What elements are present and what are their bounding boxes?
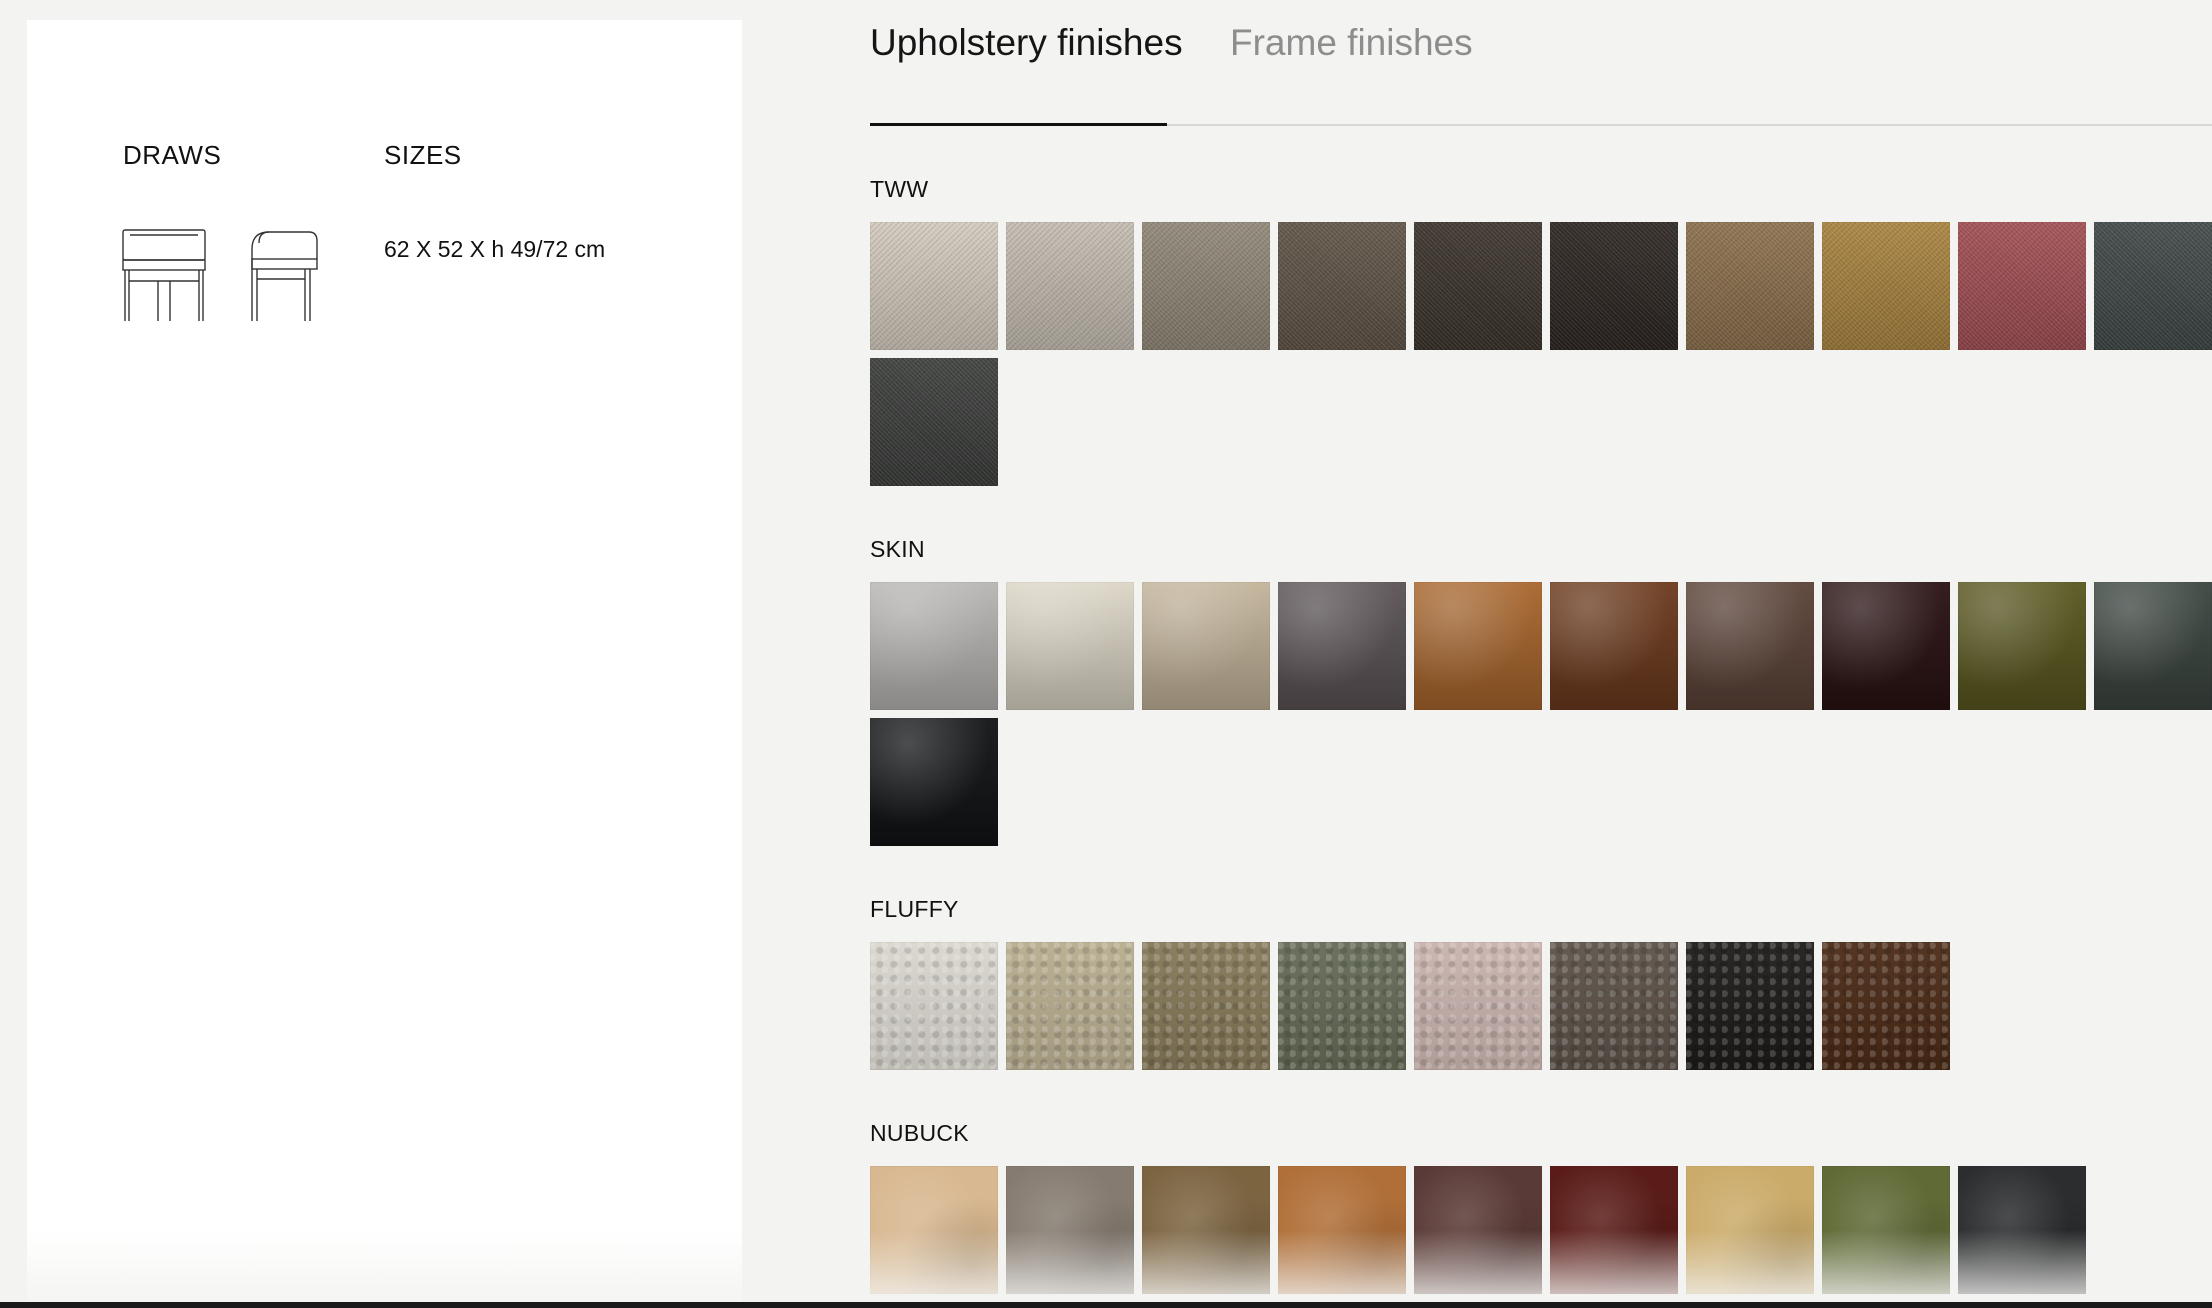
swatch-tww-11[interactable]	[870, 358, 998, 486]
tab-upholstery-finishes[interactable]: Upholstery finishes	[870, 22, 1183, 64]
swatch-skin-6[interactable]	[1550, 582, 1678, 710]
swatch-fluffy-6[interactable]	[1550, 942, 1678, 1070]
product-info-panel: DRAWS SIZES 62 X 52 X h 49/72 cm	[27, 20, 742, 1302]
chair-side-drawing-icon[interactable]	[249, 229, 319, 322]
swatch-tww-4[interactable]	[1278, 222, 1406, 350]
swatch-skin-10[interactable]	[2094, 582, 2212, 710]
section-title-tww: TWW	[870, 176, 929, 202]
swatch-tww-8[interactable]	[1822, 222, 1950, 350]
swatch-nubuck-1[interactable]	[870, 1166, 998, 1294]
swatch-skin-4[interactable]	[1278, 582, 1406, 710]
swatch-skin-9[interactable]	[1958, 582, 2086, 710]
section-title-fluffy: FLUFFY	[870, 896, 959, 922]
swatch-nubuck-5[interactable]	[1414, 1166, 1542, 1294]
swatch-tww-1[interactable]	[870, 222, 998, 350]
swatch-skin-5[interactable]	[1414, 582, 1542, 710]
swatch-fluffy-1[interactable]	[870, 942, 998, 1070]
swatch-tww-9[interactable]	[1958, 222, 2086, 350]
swatch-skin-11[interactable]	[870, 718, 998, 846]
swatch-skin-7[interactable]	[1686, 582, 1814, 710]
taskbar-strip	[0, 1302, 2212, 1308]
swatch-fluffy-8[interactable]	[1822, 942, 1950, 1070]
swatch-fluffy-2[interactable]	[1006, 942, 1134, 1070]
swatch-nubuck-8[interactable]	[1822, 1166, 1950, 1294]
sizes-value: 62 X 52 X h 49/72 cm	[384, 236, 606, 262]
swatch-skin-8[interactable]	[1822, 582, 1950, 710]
swatch-fluffy-4[interactable]	[1278, 942, 1406, 1070]
tab-frame-finishes[interactable]: Frame finishes	[1230, 22, 1473, 64]
swatch-nubuck-6[interactable]	[1550, 1166, 1678, 1294]
swatch-tww-2[interactable]	[1006, 222, 1134, 350]
swatch-nubuck-7[interactable]	[1686, 1166, 1814, 1294]
swatch-fluffy-5[interactable]	[1414, 942, 1542, 1070]
draws-heading: DRAWS	[123, 140, 222, 170]
chair-front-drawing-icon[interactable]	[122, 229, 206, 322]
section-title-nubuck: NUBUCK	[870, 1120, 969, 1146]
swatch-fluffy-7[interactable]	[1686, 942, 1814, 1070]
active-tab-indicator	[870, 123, 1167, 126]
swatch-nubuck-9[interactable]	[1958, 1166, 2086, 1294]
swatch-nubuck-4[interactable]	[1278, 1166, 1406, 1294]
swatch-skin-2[interactable]	[1006, 582, 1134, 710]
swatch-fluffy-3[interactable]	[1142, 942, 1270, 1070]
swatch-nubuck-3[interactable]	[1142, 1166, 1270, 1294]
swatch-tww-7[interactable]	[1686, 222, 1814, 350]
sizes-heading: SIZES	[384, 140, 462, 170]
swatch-skin-1[interactable]	[870, 582, 998, 710]
section-title-skin: SKIN	[870, 536, 925, 562]
swatch-nubuck-2[interactable]	[1006, 1166, 1134, 1294]
swatch-tww-5[interactable]	[1414, 222, 1542, 350]
swatch-skin-3[interactable]	[1142, 582, 1270, 710]
swatch-tww-10[interactable]	[2094, 222, 2212, 350]
swatch-tww-3[interactable]	[1142, 222, 1270, 350]
swatch-tww-6[interactable]	[1550, 222, 1678, 350]
